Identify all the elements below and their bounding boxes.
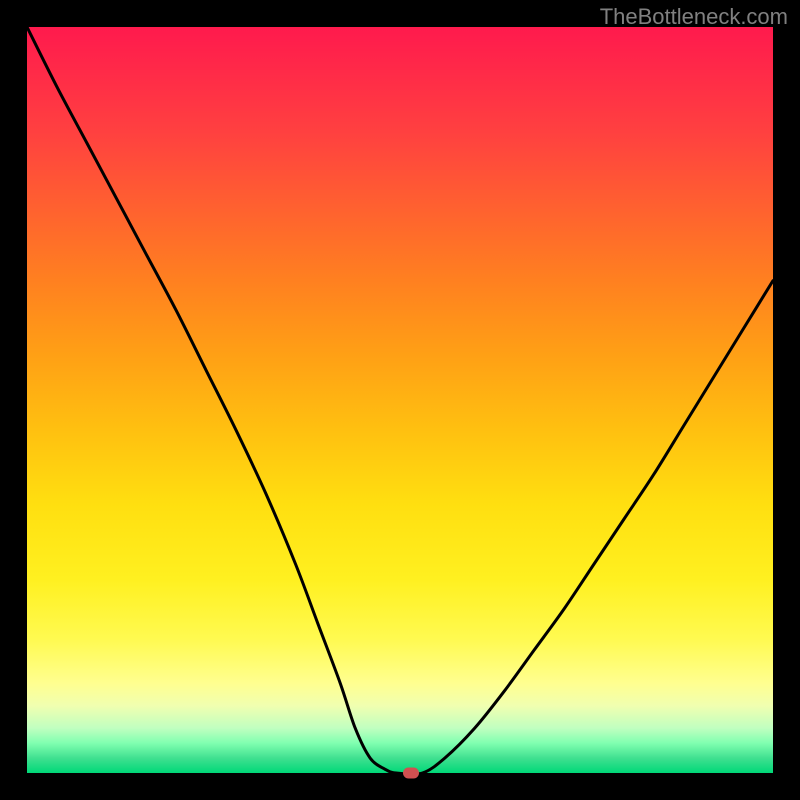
chart-container: TheBottleneck.com [0, 0, 800, 800]
bottleneck-curve [27, 27, 773, 773]
minimum-marker [403, 768, 419, 779]
watermark-text: TheBottleneck.com [600, 4, 788, 30]
plot-area [27, 27, 773, 773]
curve-svg [27, 27, 773, 773]
